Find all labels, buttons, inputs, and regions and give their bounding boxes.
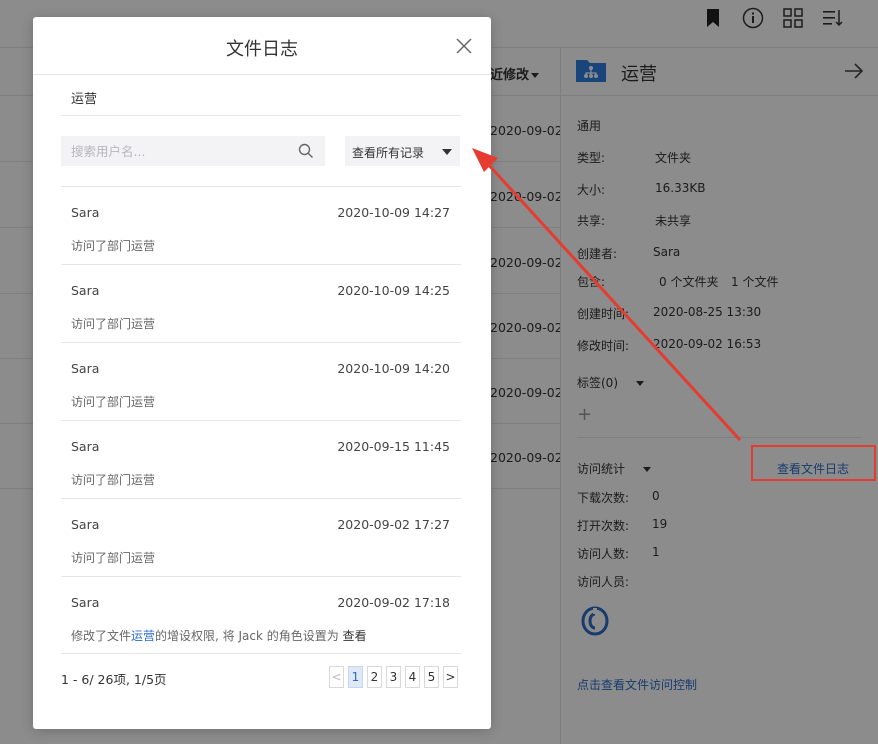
log-action-role: 查看 — [342, 629, 367, 643]
search-icon[interactable] — [298, 143, 314, 159]
record-filter-label: 查看所有记录 — [352, 146, 425, 160]
log-time: 2020-10-09 14:20 — [337, 361, 450, 376]
log-time: 2020-09-02 17:27 — [337, 517, 450, 532]
record-filter-select[interactable]: 查看所有记录 — [345, 136, 460, 166]
log-action: 访问了部门运营 — [71, 395, 156, 409]
log-action: 访问了部门运营 — [71, 317, 156, 331]
list-item: Sara 2020-10-09 14:20 访问了部门运营 — [61, 342, 461, 420]
file-log-dialog: 文件日志 运营 查看所有记录 Sara 2020-10-09 14:27 访问了… — [33, 17, 491, 729]
page-button-2[interactable]: 2 — [367, 666, 382, 688]
log-action: 访问了部门运营 — [71, 239, 156, 253]
list-item: Sara 2020-10-09 14:27 访问了部门运营 — [61, 186, 461, 264]
divider — [33, 74, 491, 75]
list-item: Sara 2020-10-09 14:25 访问了部门运营 — [61, 264, 461, 342]
close-icon[interactable] — [455, 37, 473, 55]
log-user: Sara — [71, 283, 100, 298]
log-file-link[interactable]: 运营 — [131, 629, 155, 643]
log-action-middle: 的增设权限, 将 Jack 的角色设置为 — [155, 629, 343, 643]
log-user: Sara — [71, 361, 100, 376]
log-action: 修改了文件运营的增设权限, 将 Jack 的角色设置为 查看 — [71, 627, 367, 644]
log-time: 2020-10-09 14:25 — [337, 283, 450, 298]
pagination-info: 1 - 6/ 26项, 1/5页 — [61, 672, 167, 687]
log-user: Sara — [71, 205, 100, 220]
divider — [61, 115, 461, 116]
annotation-highlight-box — [751, 445, 876, 481]
search-box — [61, 136, 325, 166]
next-page-button[interactable]: > — [443, 666, 458, 688]
page-button-5[interactable]: 5 — [424, 666, 439, 688]
log-time: 2020-09-02 17:18 — [337, 595, 450, 610]
log-action-prefix: 修改了文件 — [71, 629, 132, 643]
list-item: Sara 2020-09-15 11:45 访问了部门运营 — [61, 420, 461, 498]
log-list: Sara 2020-10-09 14:27 访问了部门运营 Sara 2020-… — [61, 186, 461, 654]
page-button-1[interactable]: 1 — [348, 666, 363, 688]
log-action: 访问了部门运营 — [71, 551, 156, 565]
chevron-down-icon — [442, 149, 452, 155]
prev-page-button[interactable]: < — [329, 666, 344, 688]
log-time: 2020-09-15 11:45 — [337, 439, 450, 454]
log-user: Sara — [71, 439, 100, 454]
list-item: Sara 2020-09-02 17:18 修改了文件运营的增设权限, 将 Ja… — [61, 576, 461, 654]
search-input[interactable] — [61, 136, 291, 166]
log-time: 2020-10-09 14:27 — [337, 205, 450, 220]
list-item: Sara 2020-09-02 17:27 访问了部门运营 — [61, 498, 461, 576]
log-action: 访问了部门运营 — [71, 473, 156, 487]
pagination: < 1 2 3 4 5 > — [329, 666, 458, 688]
log-user: Sara — [71, 517, 100, 532]
log-user: Sara — [71, 595, 100, 610]
page-button-3[interactable]: 3 — [386, 666, 401, 688]
divider — [61, 653, 461, 654]
page-button-4[interactable]: 4 — [405, 666, 420, 688]
dialog-title: 文件日志 — [226, 39, 298, 60]
breadcrumb: 运营 — [71, 92, 98, 107]
